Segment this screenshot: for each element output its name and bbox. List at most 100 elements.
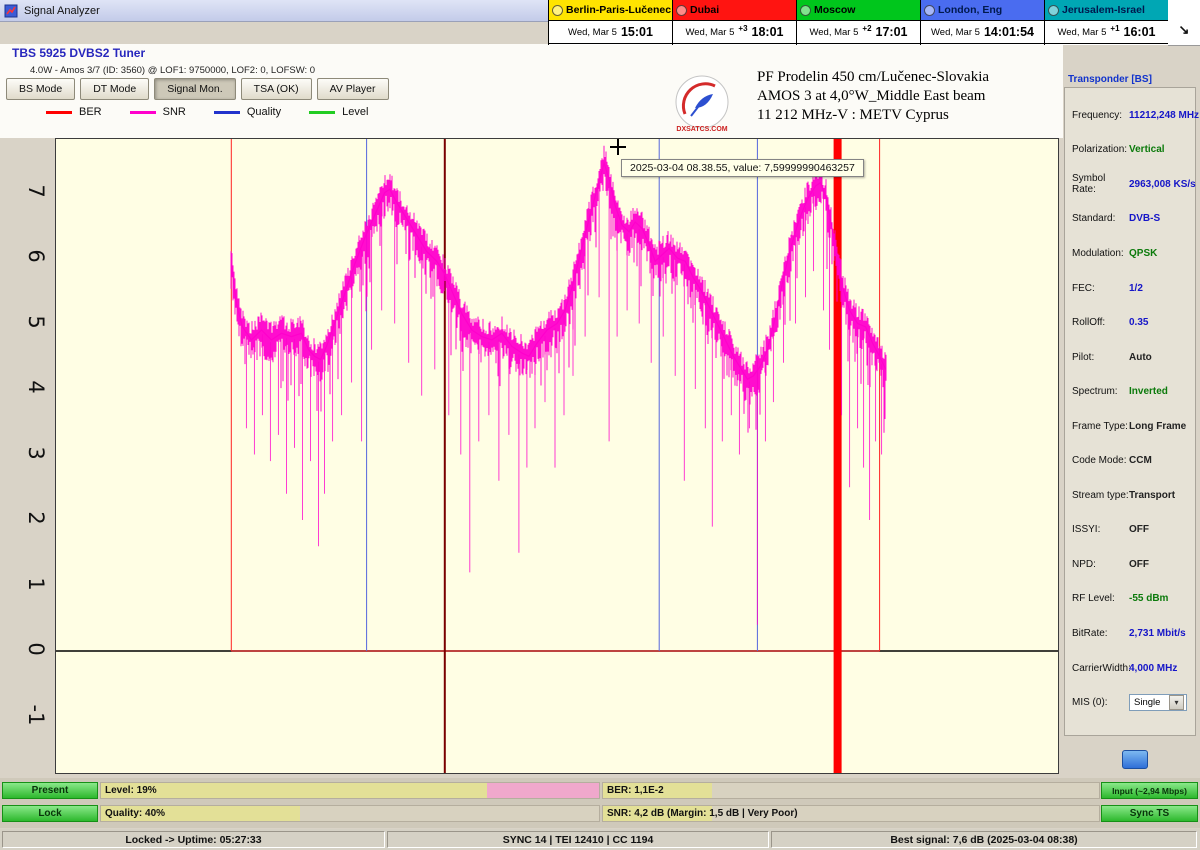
tp-row-frame-type: Frame Type:Long Frame xyxy=(1065,409,1195,444)
tab-bs-mode[interactable]: BS Mode xyxy=(6,78,75,100)
corner-arrow-icon[interactable]: ↘ xyxy=(1168,22,1200,38)
tp-field-label: FEC: xyxy=(1072,283,1129,294)
tp-row-bitrate: BitRate:2,731 Mbit/s xyxy=(1065,616,1195,651)
lock-indicator: Lock xyxy=(2,805,98,822)
tp-row-polarization: Polarization:Vertical xyxy=(1065,133,1195,168)
crosshair-cursor xyxy=(610,139,626,155)
tp-field-label: Standard: xyxy=(1072,213,1129,224)
annotation-text: PF Prodelin 450 cm/Lučenec-Slovakia AMOS… xyxy=(757,68,989,125)
level-bar: Level: 19% xyxy=(100,782,600,799)
panel-action-button[interactable] xyxy=(1122,750,1148,769)
y-axis-label: 3 xyxy=(24,439,48,467)
clock-date: Wed, Mar 5 xyxy=(1057,27,1106,38)
legend-swatch xyxy=(130,111,156,114)
tp-field-value: Auto xyxy=(1129,352,1152,363)
y-axis-label: 7 xyxy=(24,177,48,205)
legend-item-ber: BER xyxy=(46,106,102,118)
tp-field-value: Transport xyxy=(1129,490,1175,501)
tp-row-fec: FEC:1/2 xyxy=(1065,271,1195,306)
clock-date: Wed, Mar 5 xyxy=(685,27,734,38)
tp-field-value: 2963,008 KS/s xyxy=(1129,179,1196,190)
clock-icon xyxy=(1048,5,1059,16)
chart-legend: BERSNRQualityLevel xyxy=(46,106,368,118)
tp-row-modulation: Modulation:QPSK xyxy=(1065,236,1195,271)
tp-field-label: Code Mode: xyxy=(1072,455,1129,466)
legend-item-snr: SNR xyxy=(130,106,186,118)
tab-dt-mode[interactable]: DT Mode xyxy=(80,78,149,100)
y-axis-label: 0 xyxy=(24,635,48,663)
tp-field-value: OFF xyxy=(1129,524,1149,535)
tp-row-symbol-rate: Symbol Rate:2963,008 KS/s xyxy=(1065,167,1195,202)
clock-london-eng: London, EngWed, Mar 514:01:54 xyxy=(921,0,1045,45)
y-axis-label: 2 xyxy=(24,504,48,532)
tp-field-label: CarrierWidth: xyxy=(1072,663,1129,674)
value-tooltip: 2025-03-04 08.38.55, value: 7,5999999046… xyxy=(621,159,864,177)
transponder-panel: Frequency:11212,248 MHzPolarization:Vert… xyxy=(1064,87,1196,736)
y-axis-label: 4 xyxy=(24,373,48,401)
tp-field-label: Frame Type: xyxy=(1072,421,1129,432)
signal-chart[interactable] xyxy=(55,138,1059,774)
tp-row-frequency: Frequency:11212,248 MHz xyxy=(1065,98,1195,133)
clock-city-label: Jerusalem-Israel xyxy=(1062,4,1145,16)
tp-field-label: Spectrum: xyxy=(1072,386,1129,397)
clock-time-cell: Wed, Mar 5+217:01 xyxy=(797,21,920,44)
dxsatcs-logo: DXSATCS.COM xyxy=(671,74,733,136)
tp-field-label: Modulation: xyxy=(1072,248,1129,259)
tp-row-code-mode: Code Mode:CCM xyxy=(1065,443,1195,478)
corner-area: ↘ xyxy=(1168,0,1200,46)
legend-label: BER xyxy=(79,106,102,118)
clock-date: Wed, Mar 5 xyxy=(931,27,980,38)
clock-icon xyxy=(676,5,687,16)
tp-field-value: 4,000 MHz xyxy=(1129,663,1177,674)
tp-field-value: 1/2 xyxy=(1129,283,1143,294)
tuner-subtitle: 4.0W - Amos 3/7 (ID: 3560) @ LOF1: 97500… xyxy=(30,65,315,76)
clock-moscow: MoscowWed, Mar 5+217:01 xyxy=(797,0,921,45)
tp-row-standard: Standard:DVB-S xyxy=(1065,202,1195,237)
tp-field-label: BitRate: xyxy=(1072,628,1129,639)
clock-time: 16:01 xyxy=(1124,25,1156,39)
world-clocks: Berlin-Paris-LučenecWed, Mar 515:01Dubai… xyxy=(548,0,1169,45)
bar-segment xyxy=(712,783,1099,798)
mis-selected-value: Single xyxy=(1134,697,1160,708)
tp-row-npd: NPD:OFF xyxy=(1065,547,1195,582)
y-axis-label: -1 xyxy=(24,701,48,729)
logo-text: DXSATCS.COM xyxy=(676,126,727,133)
bar-segment xyxy=(300,806,599,821)
bar-snr-label: SNR: 4,2 dB (Margin: 1,5 dB | Very Poor) xyxy=(607,806,798,821)
clock-berlin-paris-lu-enec: Berlin-Paris-LučenecWed, Mar 515:01 xyxy=(549,0,673,45)
clock-time: 15:01 xyxy=(621,25,653,39)
tp-row-spectrum: Spectrum:Inverted xyxy=(1065,374,1195,409)
tp-field-label: ISSYI: xyxy=(1072,524,1129,535)
tp-field-label: NPD: xyxy=(1072,559,1129,570)
clock-icon xyxy=(924,5,935,16)
clock-city-label: Dubai xyxy=(690,4,719,16)
tab-signal-mon[interactable]: Signal Mon. xyxy=(154,78,235,100)
clock-time: 18:01 xyxy=(752,25,784,39)
tab-tsa-ok[interactable]: TSA (OK) xyxy=(241,78,312,100)
ber-bar: BER: 1,1E-2 xyxy=(602,782,1100,799)
tuner-title: TBS 5925 DVBS2 Tuner xyxy=(12,46,145,60)
clock-header: Moscow xyxy=(797,0,920,21)
statusbar-uptime: Locked -> Uptime: 05:27:33 xyxy=(2,831,385,848)
tab-av-player[interactable]: AV Player xyxy=(317,78,389,100)
tp-field-value: OFF xyxy=(1129,559,1149,570)
legend-swatch xyxy=(309,111,335,114)
tp-field-value: Vertical xyxy=(1129,144,1165,155)
tp-field-label: Symbol Rate: xyxy=(1072,173,1129,195)
bar-level-label: Level: 19% xyxy=(105,783,157,798)
clock-time-cell: Wed, Mar 514:01:54 xyxy=(921,21,1044,44)
tp-row-pilot: Pilot:Auto xyxy=(1065,340,1195,375)
bar-segment xyxy=(101,783,487,798)
tp-field-label: RollOff: xyxy=(1072,317,1129,328)
bar-segment xyxy=(487,783,599,798)
clock-header: Dubai xyxy=(673,0,796,21)
clock-time-cell: Wed, Mar 5+318:01 xyxy=(673,21,796,44)
clock-city-label: Berlin-Paris-Lučenec xyxy=(566,4,671,16)
legend-swatch xyxy=(46,111,72,114)
tp-field-label: Frequency: xyxy=(1072,110,1129,121)
tp-row-carrierwidth: CarrierWidth:4,000 MHz xyxy=(1065,651,1195,686)
sync-indicator: Sync TS xyxy=(1101,805,1198,822)
mis-dropdown[interactable]: Single▾ xyxy=(1129,694,1187,711)
tp-field-label: RF Level: xyxy=(1072,593,1129,604)
chart-canvas xyxy=(56,139,1058,773)
